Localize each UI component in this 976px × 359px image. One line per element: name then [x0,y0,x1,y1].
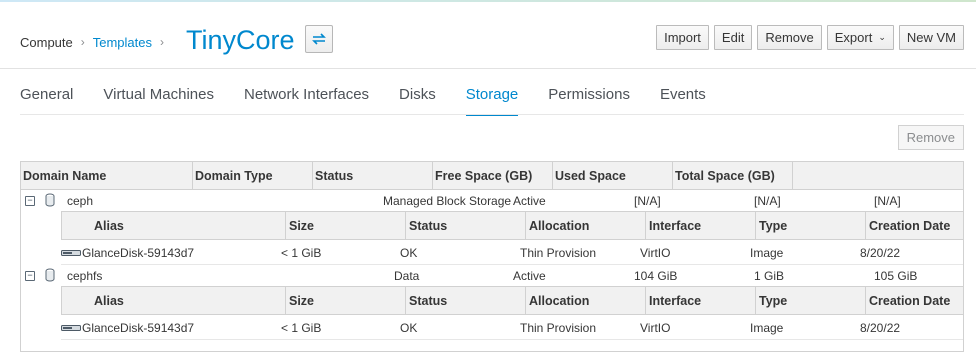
disk-interface: VirtIO [640,246,671,260]
domain-row[interactable]: − ceph Managed Block Storage Active [N/A… [21,190,963,211]
domain-name: cephfs [67,269,103,283]
disk-icon [61,325,81,331]
disk-subgrid-header: Alias Size Status Allocation Interface T… [61,211,963,240]
breadcrumb-separator-icon: › [160,35,164,49]
subcolumn-status[interactable]: Status [406,212,526,239]
subcolumn-allocation[interactable]: Allocation [526,212,646,239]
column-domain-name[interactable]: Domain Name [21,162,193,189]
collapse-icon[interactable]: − [25,271,35,281]
domain-free-space: [N/A] [634,194,661,208]
disk-creation-date: 8/20/22 [860,321,901,335]
disk-row[interactable]: GlanceDisk-59143d7 < 1 GiB OK Thin Provi… [61,315,963,340]
action-toolbar: Import Edit Remove Export ⌄ New VM [656,25,964,50]
database-icon [45,268,55,282]
subcolumn-alias[interactable]: Alias [62,287,286,314]
domain-total-space: 105 GiB [874,269,918,283]
column-total-space[interactable]: Total Space (GB) [673,162,793,189]
switch-arrows-icon [311,33,326,45]
remove-button[interactable]: Remove [897,125,964,150]
page-title: TinyCore [186,24,295,55]
top-accent-line [0,0,976,2]
grid-header: Domain Name Domain Type Status Free Spac… [21,162,963,190]
subcolumn-type[interactable]: Type [756,287,866,314]
column-status[interactable]: Status [313,162,433,189]
subcolumn-size[interactable]: Size [286,212,406,239]
tab-virtual-machines[interactable]: Virtual Machines [103,86,214,114]
subcolumn-alias[interactable]: Alias [62,212,286,239]
database-icon [45,193,55,207]
column-spacer [793,162,963,189]
tabs-divider [20,114,964,115]
disk-type: Image [750,321,784,335]
domain-used-space: 1 GiB [754,269,785,283]
remove-template-button[interactable]: Remove [757,25,822,50]
storage-grid: Domain Name Domain Type Status Free Spac… [20,161,964,352]
breadcrumb-compute[interactable]: Compute [20,35,73,50]
disk-alias: GlanceDisk-59143d7 [82,321,195,335]
disk-creation-date: 8/20/22 [860,246,901,260]
switch-template-button[interactable] [304,25,333,53]
disk-icon [61,250,81,256]
import-button[interactable]: Import [656,25,709,50]
subcolumn-status[interactable]: Status [406,287,526,314]
column-domain-type[interactable]: Domain Type [193,162,313,189]
disk-size: < 1 GiB [281,321,322,335]
tab-general[interactable]: General [20,86,73,114]
disk-type: Image [750,246,784,260]
tab-storage[interactable]: Storage [465,86,518,116]
subcolumn-size[interactable]: Size [286,287,406,314]
subcolumn-allocation[interactable]: Allocation [526,287,646,314]
tab-network-interfaces[interactable]: Network Interfaces [244,86,369,114]
column-used-space[interactable]: Used Space [553,162,673,189]
header-divider [0,68,976,69]
domain-free-space: 104 GiB [634,269,678,283]
disk-allocation: Thin Provision [520,321,597,335]
subcolumn-type[interactable]: Type [756,212,866,239]
disk-size: < 1 GiB [281,246,322,260]
domain-status: Active [513,194,546,208]
domain-status: Active [513,269,546,283]
domain-row[interactable]: − cephfs Data Active 104 GiB 1 GiB 105 G… [21,265,963,286]
disk-subgrid-header: Alias Size Status Allocation Interface T… [61,286,963,315]
disk-row[interactable]: GlanceDisk-59143d7 < 1 GiB OK Thin Provi… [61,240,963,265]
disk-allocation: Thin Provision [520,246,597,260]
detail-tabs: General Virtual Machines Network Interfa… [20,86,736,116]
domain-total-space: [N/A] [874,194,901,208]
export-dropdown-button[interactable]: Export ⌄ [826,25,894,50]
breadcrumb-templates-link[interactable]: Templates [93,35,152,50]
disk-alias: GlanceDisk-59143d7 [82,246,195,260]
tab-disks[interactable]: Disks [399,86,436,114]
subcolumn-creation-date[interactable]: Creation Date [866,212,963,239]
tab-events[interactable]: Events [660,86,706,114]
domain-name: ceph [67,194,94,208]
breadcrumb-separator-icon: › [80,35,85,49]
column-free-space[interactable]: Free Space (GB) [433,162,553,189]
new-vm-button[interactable]: New VM [898,25,964,50]
domain-type: Data [394,269,420,283]
disk-interface: VirtIO [640,321,671,335]
collapse-icon[interactable]: − [25,196,35,206]
edit-button[interactable]: Edit [713,25,753,50]
disk-status: OK [400,321,418,335]
breadcrumb: Compute › Templates › TinyCore [20,25,333,55]
disk-status: OK [400,246,418,260]
domain-used-space: [N/A] [754,194,781,208]
tab-permissions[interactable]: Permissions [548,86,630,114]
subcolumn-interface[interactable]: Interface [646,287,756,314]
subcolumn-creation-date[interactable]: Creation Date [866,287,963,314]
domain-type: Managed Block Storage [383,194,512,208]
chevron-down-icon: ⌄ [878,32,886,42]
subcolumn-interface[interactable]: Interface [646,212,756,239]
export-label: Export [834,30,873,45]
